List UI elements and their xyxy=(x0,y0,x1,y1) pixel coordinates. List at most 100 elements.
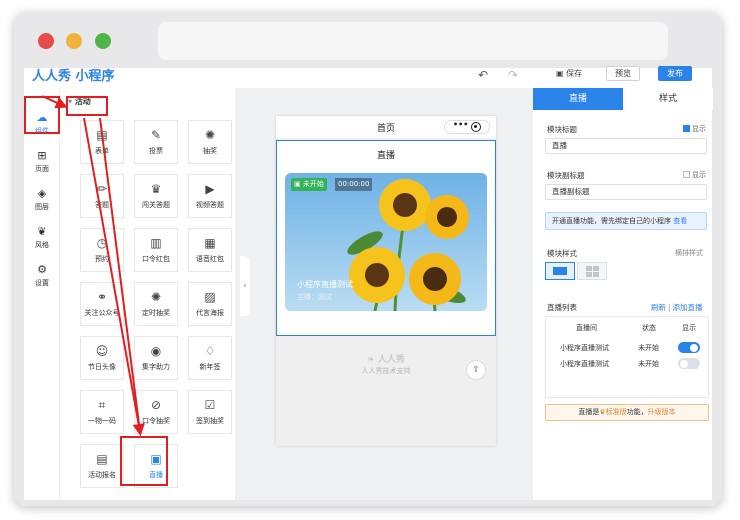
tile-appointment[interactable]: ◷ 预约 xyxy=(80,228,124,272)
highlight-components-rail xyxy=(24,96,60,134)
col-show: 显示 xyxy=(682,324,696,332)
tile-label: 视频答题 xyxy=(196,201,224,209)
tab-style[interactable]: 样式 xyxy=(623,88,713,110)
style-option-horizontal[interactable] xyxy=(545,262,575,280)
tile-label: 活动报名 xyxy=(88,471,116,479)
tile-avatar[interactable]: ☺ 节日头像 xyxy=(80,336,124,380)
new-year-sign-icon: ♢ xyxy=(204,344,216,358)
tile-quiz[interactable]: ✏ 答题 xyxy=(80,174,124,218)
show-title-checkbox[interactable]: 显示 xyxy=(683,124,706,134)
share-button[interactable]: ⇪ xyxy=(466,360,486,380)
minimize-window-button[interactable] xyxy=(66,33,82,49)
more-icon: ••• xyxy=(453,120,469,129)
highlight-live-tile xyxy=(120,436,168,486)
tile-label: 一物一码 xyxy=(88,417,116,425)
design-canvas: ‹ 首页 ••• 直播 ▣ 未开始 00:00:00 小程序直播测试 主播：测试… xyxy=(236,88,532,500)
style-icon: ❦ xyxy=(37,225,47,238)
red-packet-icon: ▥ xyxy=(150,236,162,250)
tile-voice-red-packet[interactable]: ▦ 语音红包 xyxy=(188,228,232,272)
checkbox-checked-icon xyxy=(683,125,690,132)
rail-item-layers[interactable]: ◈ 图层 xyxy=(24,188,60,212)
maximize-window-button[interactable] xyxy=(95,33,111,49)
rail-item-pages[interactable]: ⊞ 页面 xyxy=(24,150,60,174)
appointment-icon: ◷ xyxy=(96,236,108,250)
show-subtitle-checkbox[interactable]: 显示 xyxy=(683,170,706,180)
tip-view-link[interactable]: 查看 xyxy=(673,217,687,225)
tile-checkin-lottery[interactable]: ☑ 签到抽奖 xyxy=(188,390,232,434)
module-title: 直播 xyxy=(376,151,395,161)
save-button[interactable]: ▣ 保存 xyxy=(556,68,582,79)
phone-preview: 首页 ••• 直播 ▣ 未开始 00:00:00 小程序直播测试 主播：测试 ❧… xyxy=(276,116,496,446)
tile-poster[interactable]: ▨ 代言海报 xyxy=(188,282,232,326)
password-lottery-icon: ⊘ xyxy=(150,398,162,412)
tile-level-quiz[interactable]: ♛ 闯关答题 xyxy=(134,174,178,218)
tile-lottery[interactable]: ✺ 抽奖 xyxy=(188,120,232,164)
show-toggle[interactable] xyxy=(678,342,700,353)
live-badge-icon: ▣ xyxy=(294,180,303,188)
collapse-panel-handle[interactable]: ‹ xyxy=(240,256,250,316)
style-option-grid[interactable] xyxy=(577,262,607,280)
tile-password-lottery[interactable]: ⊘ 口令抽奖 xyxy=(134,390,178,434)
video-quiz-icon: ▶ xyxy=(205,182,215,196)
trophy-icon: ♛ xyxy=(150,182,162,196)
rail-item-style[interactable]: ❦ 风格 xyxy=(24,226,60,250)
show-label: 显示 xyxy=(692,171,706,179)
poster-icon: ▨ xyxy=(204,290,216,304)
upgrade-link[interactable]: 升级版本 xyxy=(648,408,676,416)
address-bar[interactable] xyxy=(158,22,668,60)
layers-icon: ◈ xyxy=(37,187,47,200)
tile-label: 抽奖 xyxy=(203,147,217,155)
tile-new-year-sign[interactable]: ♢ 新年签 xyxy=(188,336,232,380)
title-input[interactable]: 直播 xyxy=(545,138,707,154)
tile-vote[interactable]: ✎ 投票 xyxy=(134,120,178,164)
module-style-value: 横排样式 xyxy=(675,249,703,257)
rail-label: 设置 xyxy=(35,279,49,287)
bind-tip: 开通直播功能，需先绑定自己的小程序 查看 xyxy=(545,212,707,230)
tile-label: 投票 xyxy=(149,147,163,155)
live-host: 主播：测试 xyxy=(297,293,332,301)
tile-red-packet[interactable]: ▥ 口令红包 xyxy=(134,228,178,272)
phone-nav-bar: 首页 ••• xyxy=(276,116,496,138)
close-icon xyxy=(471,122,481,132)
refresh-link[interactable]: 刷新 xyxy=(651,303,666,312)
upgrade-text-2: 功能， xyxy=(626,408,648,416)
badge-label: 未开始 xyxy=(302,180,324,188)
logo: 人人秀 小程序 xyxy=(32,69,115,84)
live-module[interactable]: 直播 ▣ 未开始 00:00:00 小程序直播测试 主播：测试 xyxy=(276,140,496,336)
tile-timed-lottery[interactable]: ✺ 定时抽奖 xyxy=(134,282,178,326)
tile-collect-word[interactable]: ◉ 集字助力 xyxy=(134,336,178,380)
rail-label: 风格 xyxy=(35,241,49,249)
add-live-link[interactable]: 添加直播 xyxy=(673,303,703,312)
tile-form[interactable]: ▤ 表单 xyxy=(80,120,124,164)
undo-icon[interactable]: ↶ xyxy=(478,68,488,82)
tile-label: 口令抽奖 xyxy=(142,417,170,425)
tile-label: 语音红包 xyxy=(196,255,224,263)
tile-video-quiz[interactable]: ▶ 视频答题 xyxy=(188,174,232,218)
tab-live[interactable]: 直播 xyxy=(533,88,623,110)
save-label: 保存 xyxy=(566,69,583,78)
live-card[interactable]: ▣ 未开始 00:00:00 小程序直播测试 主播：测试 xyxy=(285,173,487,311)
tile-label: 节日头像 xyxy=(88,363,116,371)
show-toggle[interactable] xyxy=(678,358,700,369)
module-style-label: 模块样式 xyxy=(547,249,577,258)
rail-item-settings[interactable]: ⚙ 设置 xyxy=(24,264,60,288)
col-status: 状态 xyxy=(642,324,656,332)
rail-label: 图层 xyxy=(35,203,49,211)
avatar-icon: ☺ xyxy=(95,344,109,358)
tile-qr-code[interactable]: ⌗ 一物一码 xyxy=(80,390,124,434)
close-window-button[interactable] xyxy=(38,33,54,49)
live-list-table: 直播间 状态 显示 小程序直播测试 未开始 小程序直播测试 未开始 xyxy=(545,316,709,398)
checkin-lottery-icon: ☑ xyxy=(204,398,216,412)
col-room: 直播间 xyxy=(576,324,597,332)
logo-icon: ❧ xyxy=(367,355,378,365)
vote-icon: ✎ xyxy=(150,128,162,142)
row-status: 未开始 xyxy=(638,360,659,368)
tile-signup[interactable]: ▤ 活动报名 xyxy=(80,444,124,488)
redo-icon[interactable]: ↷ xyxy=(508,68,518,82)
preview-button[interactable]: 预览 xyxy=(606,66,640,81)
tile-follow[interactable]: ⚭ 关注公众号 xyxy=(80,282,124,326)
edition-name: 标准版 xyxy=(605,408,627,416)
publish-button[interactable]: 发布 xyxy=(658,66,692,81)
subtitle-input[interactable]: 直播副标题 xyxy=(545,184,707,200)
upgrade-banner[interactable]: 直播是♛标准版功能，升级版本 xyxy=(545,404,709,421)
